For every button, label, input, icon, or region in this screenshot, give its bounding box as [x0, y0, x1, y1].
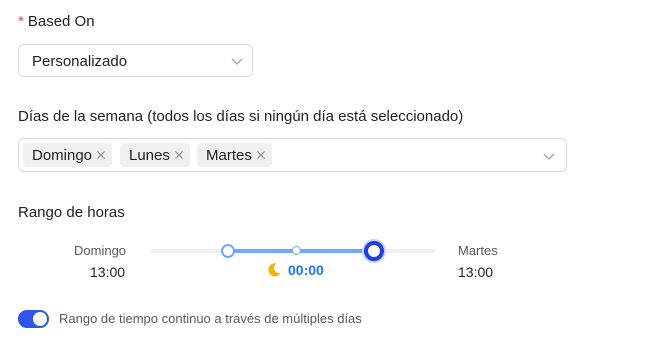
range-end-day: Martes [458, 243, 498, 258]
continuous-range-toggle[interactable] [18, 310, 49, 328]
based-on-select[interactable]: Personalizado [18, 44, 253, 77]
tag-close-icon[interactable] [256, 150, 266, 160]
moon-icon [268, 263, 281, 277]
weekday-tag-label: Martes [206, 146, 252, 164]
chevron-down-icon [231, 58, 243, 65]
based-on-label-row: * Based On [18, 13, 95, 30]
range-start-day: Domingo [74, 243, 127, 258]
toggle-knob [33, 312, 47, 326]
weekday-tag-label: Lunes [129, 146, 170, 164]
continuous-range-label: Rango de tiempo continuo a través de múl… [59, 311, 362, 326]
chevron-down-icon [543, 153, 555, 160]
weekdays-label: Días de la semana (todos los días si nin… [18, 108, 464, 125]
weekday-tag-label: Domingo [32, 146, 93, 164]
weekday-tag: Martes [197, 143, 272, 167]
based-on-selected-value: Personalizado [32, 53, 128, 70]
hour-range-slider-fill [228, 249, 374, 253]
weekday-tag: Lunes [120, 143, 190, 167]
range-start-handle[interactable] [221, 244, 235, 258]
weekdays-multiselect[interactable]: Domingo Lunes Martes [18, 138, 567, 172]
time-range-form: * Based On Personalizado Días de la seman… [0, 0, 662, 353]
tag-close-icon[interactable] [96, 150, 106, 160]
tag-close-icon[interactable] [174, 150, 184, 160]
based-on-label: Based On [27, 13, 95, 30]
midnight-time-indicator: 00:00 [266, 262, 324, 278]
hour-range-label: Rango de horas [18, 204, 125, 221]
range-midnight-marker [292, 246, 301, 255]
range-end-handle[interactable] [364, 241, 384, 261]
weekday-tag: Domingo [23, 143, 113, 167]
midnight-time: 00:00 [288, 262, 324, 278]
required-mark: * [18, 13, 24, 30]
range-end-time: 13:00 [458, 264, 494, 280]
range-start-time: 13:00 [90, 264, 126, 280]
